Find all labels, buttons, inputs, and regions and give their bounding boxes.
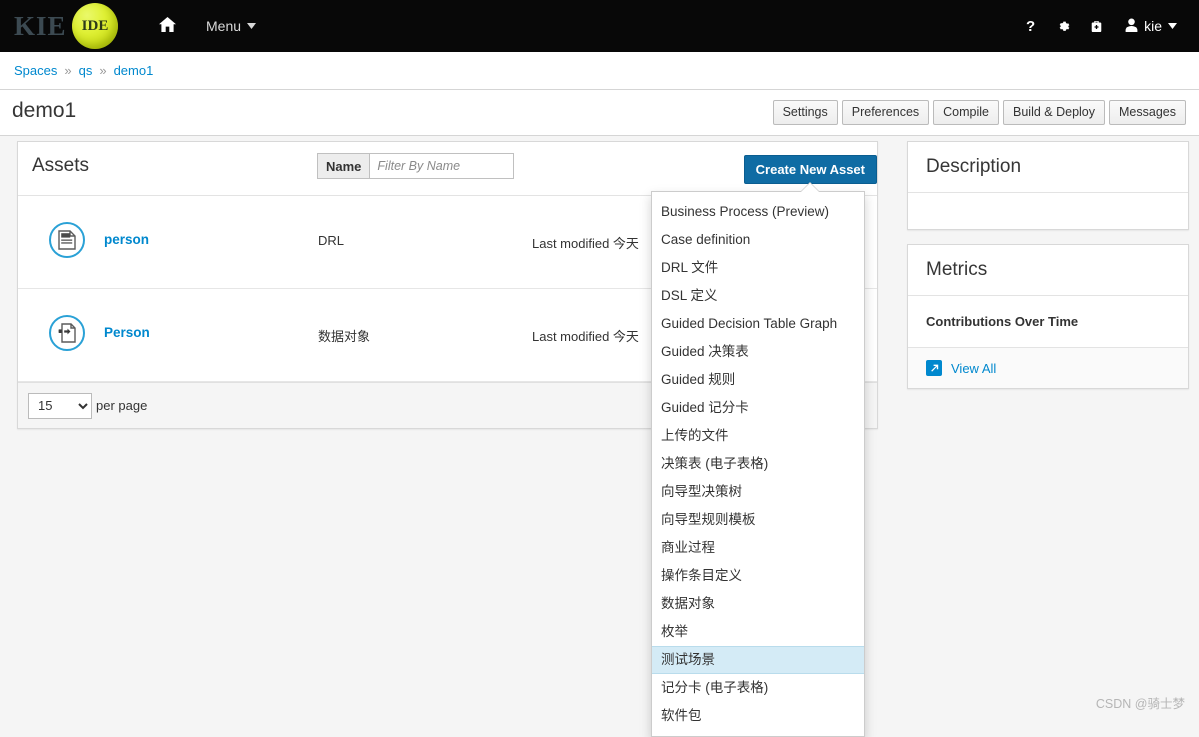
page-title-row: demo1 Settings Preferences Compile Build… [0,90,1199,136]
avatar [1125,18,1138,35]
metrics-title: Metrics [908,245,1188,296]
breadcrumb-separator: » [99,63,107,78]
preferences-button[interactable]: Preferences [841,100,930,125]
menu-item-guided-rule-template[interactable]: 向导型规则模板 [652,506,864,534]
settings-button[interactable]: Settings [772,100,838,125]
page-title: demo1 [12,99,77,122]
menu-item-guided-rule[interactable]: Guided 规则 [652,366,864,394]
home-button[interactable] [144,0,191,52]
breadcrumb-item-qs[interactable]: qs [79,63,93,78]
metrics-panel: Metrics Contributions Over Time View All [907,244,1189,389]
asset-name-link[interactable]: Person [104,325,150,340]
breadcrumb: Spaces » qs » demo1 [0,52,1199,90]
asset-type: 数据对象 [318,329,371,344]
messages-button[interactable]: Messages [1109,100,1186,125]
menu-item-guided-decision-table[interactable]: Guided 决策表 [652,338,864,366]
asset-type: DRL [318,233,345,248]
chevron-down-icon [247,21,257,32]
name-filter-group: Name [317,153,515,179]
menu-item-drl-file[interactable]: DRL 文件 [652,254,864,282]
gear-icon[interactable] [1047,0,1080,52]
right-sidebar: Description Metrics Contributions Over T… [907,141,1189,403]
menu-item-guided-scorecard[interactable]: Guided 记分卡 [652,394,864,422]
metrics-body: Contributions Over Time [908,296,1188,347]
metrics-footer: View All [908,347,1188,388]
search-input[interactable] [369,153,515,179]
brand-kie-text: KIE [14,10,67,41]
data-object-icon [49,315,85,351]
assets-title: Assets [32,155,90,176]
brand-ide-ball: IDE [72,3,118,49]
menu-item-case-definition[interactable]: Case definition [652,226,864,254]
user-name: kie [1144,18,1162,34]
menu-item-guided-decision-table-graph[interactable]: Guided Decision Table Graph [652,310,864,338]
brand-logo[interactable]: KIE IDE [14,0,144,52]
home-icon [159,17,176,35]
assets-panel-header: Assets Name Create New Asset [18,142,877,196]
menu-label: Menu [206,18,242,34]
breadcrumb-item-demo1[interactable]: demo1 [114,63,154,78]
top-navbar: KIE IDE Menu ? kie [0,0,1199,52]
drl-file-icon [49,222,85,258]
create-asset-dropdown-menu: Business Process (Preview) Case definiti… [651,183,865,737]
main-content: Assets Name Create New Asset person DRL … [0,136,1199,737]
menu-item-work-item-definition[interactable]: 操作条目定义 [652,562,864,590]
breadcrumb-item-spaces[interactable]: Spaces [14,63,57,78]
brand-ide-text: IDE [81,17,109,34]
menu-item-dsl-definition[interactable]: DSL 定义 [652,282,864,310]
breadcrumb-separator: » [64,63,72,78]
dropdown-caret-icon [801,183,819,192]
page-toolbar: Settings Preferences Compile Build & Dep… [772,100,1186,125]
menu-item-scorecard-spreadsheet[interactable]: 记分卡 (电子表格) [652,674,864,702]
menu-item-test-scenario[interactable]: 测试场景 [652,646,864,674]
name-filter-label: Name [317,153,370,179]
per-page-select[interactable]: 5 10 15 20 50 [28,392,92,419]
description-title: Description [908,142,1188,193]
navbar-right-group: ? kie [1014,0,1199,52]
contributions-over-time-label: Contributions Over Time [926,314,1079,329]
external-link-icon [926,360,942,376]
help-icon[interactable]: ? [1014,0,1047,52]
menu-dropdown[interactable]: Menu [191,0,271,52]
help-glyph: ? [1026,17,1036,35]
menu-item-uploaded-file[interactable]: 上传的文件 [652,422,864,450]
menu-item-enumeration[interactable]: 枚举 [652,618,864,646]
menu-item-business-process-preview[interactable]: Business Process (Preview) [652,198,864,226]
create-new-asset-button[interactable]: Create New Asset [743,155,877,184]
toolkit-icon[interactable] [1080,0,1113,52]
description-panel: Description [907,141,1189,230]
per-page-label: per page [96,398,148,413]
menu-item-package[interactable]: 软件包 [652,702,864,730]
menu-item-guided-decision-tree[interactable]: 向导型决策树 [652,478,864,506]
asset-name-link[interactable]: person [104,232,149,247]
asset-last-modified: Last modified 今天 [532,236,639,251]
chevron-down-icon [1168,21,1177,32]
menu-item-decision-table-spreadsheet[interactable]: 决策表 (电子表格) [652,450,864,478]
user-menu[interactable]: kie [1113,0,1185,52]
asset-last-modified: Last modified 今天 [532,329,639,344]
menu-item-data-object[interactable]: 数据对象 [652,590,864,618]
menu-item-business-process[interactable]: 商业过程 [652,534,864,562]
build-and-deploy-button[interactable]: Build & Deploy [1003,100,1106,125]
compile-button[interactable]: Compile [933,100,1000,125]
view-all-link[interactable]: View All [951,361,996,376]
navbar-left-group: Menu [144,0,271,52]
watermark: CSDN @骑士梦 [1095,697,1185,711]
description-body [908,193,1188,229]
